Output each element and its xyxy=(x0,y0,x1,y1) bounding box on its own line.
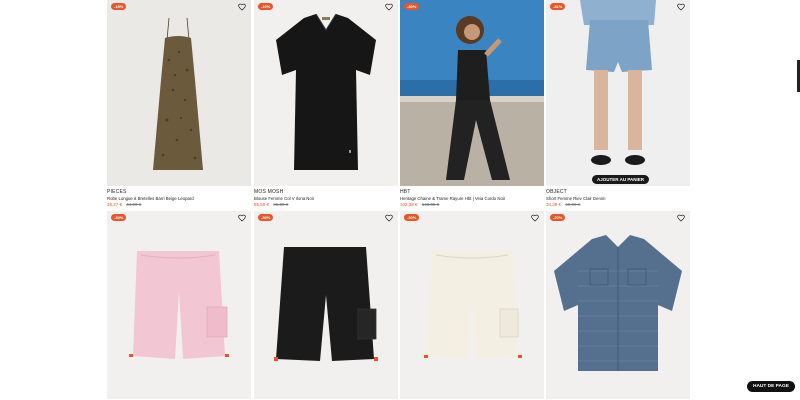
discount-badge: -30% xyxy=(111,214,127,221)
blouse-illustration xyxy=(254,0,398,186)
product-brand[interactable]: PIECES xyxy=(107,189,251,195)
black-shorts-illustration xyxy=(254,211,398,399)
product-card[interactable]: -10% MOS MOSH Blouse Femme Col V Ilona N… xyxy=(254,0,398,207)
product-image[interactable]: -10% xyxy=(254,0,398,186)
back-to-top-button[interactable]: HAUT DE PAGE xyxy=(747,381,795,392)
product-prices: 34,39 € 49,99 € xyxy=(546,202,690,207)
original-price: 95,00 € xyxy=(273,202,289,207)
model-pool-photo xyxy=(400,0,544,186)
denim-shirt-illustration xyxy=(546,211,690,399)
heart-icon[interactable] xyxy=(531,214,539,222)
product-prices: 38,27 € 44,99 € xyxy=(107,202,251,207)
discount-badge: -31% xyxy=(550,3,566,10)
product-name[interactable]: Short Femme Riev Clair Denim xyxy=(546,196,690,201)
product-image[interactable]: -30% xyxy=(400,0,544,186)
cream-shorts-illustration xyxy=(400,211,544,399)
original-price: 44,99 € xyxy=(126,202,142,207)
add-to-cart-button[interactable]: AJOUTER AU PANIER xyxy=(592,175,650,184)
heart-icon[interactable] xyxy=(385,3,393,11)
pink-shorts-illustration xyxy=(107,211,251,399)
discount-badge: -15% xyxy=(111,3,127,10)
original-price: 146,85 € xyxy=(421,202,440,207)
current-price: 38,27 € xyxy=(107,202,123,207)
product-grid: -15% PIECES Robe Longue à Bretelles Barr… xyxy=(0,0,800,400)
product-brand[interactable]: HBT xyxy=(400,189,544,195)
product-card[interactable]: -30% HBT Heritage Chaine & Trame Rayure … xyxy=(400,0,544,207)
product-image[interactable]: -15% xyxy=(107,0,251,186)
heart-icon[interactable] xyxy=(677,3,685,11)
product-card[interactable]: -30% xyxy=(254,211,398,399)
product-brand[interactable]: OBJECT xyxy=(546,189,690,195)
heart-icon[interactable] xyxy=(385,214,393,222)
product-card[interactable]: -30% xyxy=(107,211,251,399)
current-price: 102,38 € xyxy=(400,202,418,207)
product-prices: 85,50 € 95,00 € xyxy=(254,202,398,207)
product-image[interactable]: -30% xyxy=(107,211,251,399)
current-price: 85,50 € xyxy=(254,202,270,207)
heart-icon[interactable] xyxy=(677,214,685,222)
product-card[interactable]: -15% PIECES Robe Longue à Bretelles Barr… xyxy=(107,0,251,207)
discount-badge: -10% xyxy=(258,3,274,10)
product-card[interactable]: -31% AJOUTER AU PANIER OBJECT Short Femm… xyxy=(546,0,690,207)
discount-badge: -30% xyxy=(404,214,420,221)
product-name[interactable]: Blouse Femme Col V Ilona Noir xyxy=(254,196,398,201)
product-image[interactable]: -30% xyxy=(400,211,544,399)
discount-badge: -30% xyxy=(258,214,274,221)
product-brand[interactable]: MOS MOSH xyxy=(254,189,398,195)
discount-badge: -20% xyxy=(550,214,566,221)
original-price: 49,99 € xyxy=(565,202,581,207)
product-name[interactable]: Heritage Chaine & Trame Rayure Hbt | Vei… xyxy=(400,196,544,201)
current-price: 34,39 € xyxy=(546,202,562,207)
dress-illustration xyxy=(107,0,251,186)
model-denim-photo xyxy=(546,0,690,186)
product-image[interactable]: -20% xyxy=(546,211,690,399)
product-image[interactable]: -31% AJOUTER AU PANIER xyxy=(546,0,690,186)
product-prices: 102,38 € 146,85 € xyxy=(400,202,544,207)
heart-icon[interactable] xyxy=(238,3,246,11)
discount-badge: -30% xyxy=(404,3,420,10)
heart-icon[interactable] xyxy=(238,214,246,222)
product-image[interactable]: -30% xyxy=(254,211,398,399)
product-card[interactable]: -20% xyxy=(546,211,690,399)
product-name[interactable]: Robe Longue à Bretelles Barri Beige Léop… xyxy=(107,196,251,201)
product-card[interactable]: -30% xyxy=(400,211,544,399)
